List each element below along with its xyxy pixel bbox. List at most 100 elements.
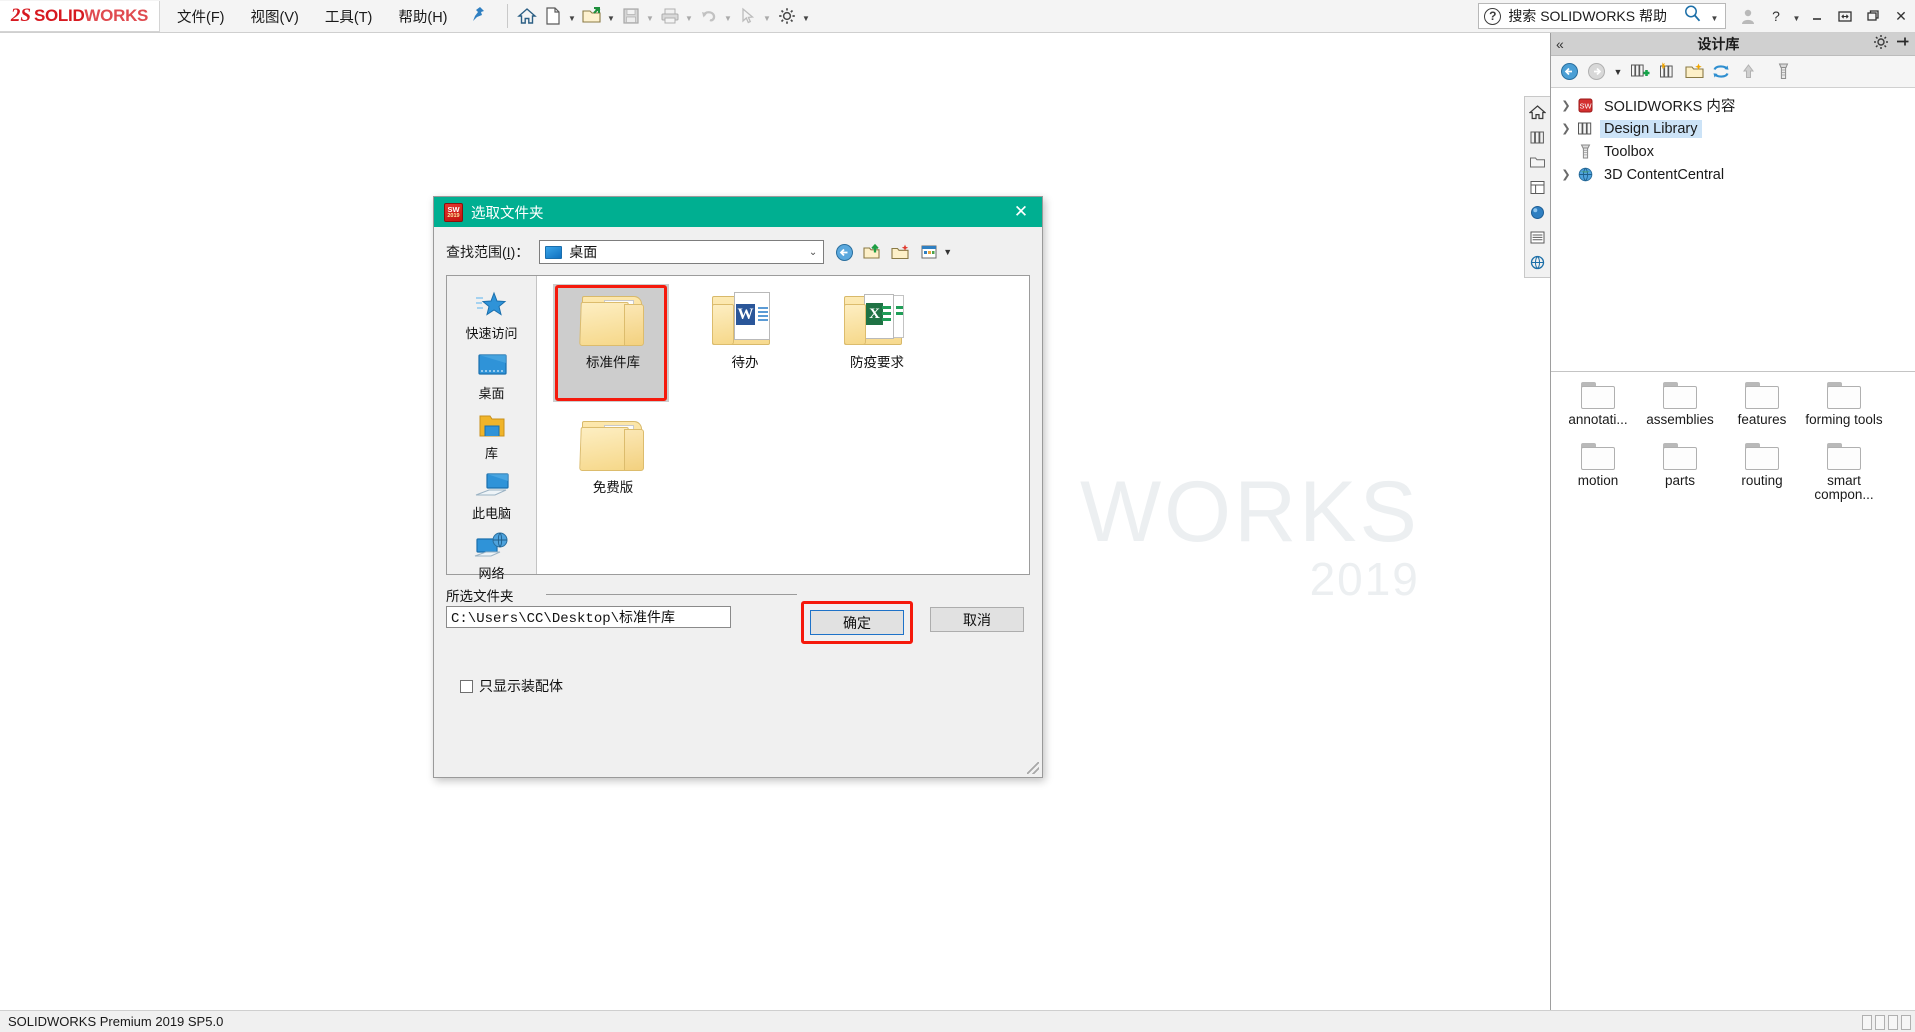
help-dropdown-caret[interactable]: ▼ <box>1790 3 1803 29</box>
gear-icon[interactable] <box>1873 34 1889 55</box>
libraries-icon <box>474 411 510 441</box>
account-icon[interactable] <box>1734 2 1762 30</box>
place-quick-access[interactable]: 快速访问 <box>447 284 536 346</box>
back-navigate-icon[interactable] <box>834 242 855 263</box>
chevron-double-left-icon[interactable]: « <box>1556 36 1564 52</box>
select-cursor-icon[interactable] <box>735 3 761 29</box>
assemblies-only-checkbox[interactable] <box>460 680 473 693</box>
help-search-box[interactable]: ? 搜索 SOLIDWORKS 帮助 ▼ <box>1478 3 1726 29</box>
restore-button[interactable] <box>1831 2 1859 30</box>
help-search-placeholder: 搜索 SOLIDWORKS 帮助 <box>1508 6 1667 26</box>
design-library-icon[interactable] <box>1525 125 1549 149</box>
pin-icon[interactable] <box>461 6 501 26</box>
appearances-icon[interactable] <box>1525 200 1549 224</box>
library-folder-motion[interactable]: motion <box>1557 443 1639 502</box>
print-icon[interactable] <box>657 3 683 29</box>
select-dropdown-caret[interactable]: ▼ <box>761 3 774 29</box>
cancel-button[interactable]: 取消 <box>930 607 1024 632</box>
file-item-standard-parts-library[interactable]: 标准件库 <box>547 284 679 409</box>
folder-with-pictures-icon <box>580 290 646 348</box>
look-in-combobox[interactable]: 桌面 ⌄ <box>539 240 824 264</box>
search-dropdown-caret[interactable]: ▼ <box>1708 3 1721 29</box>
close-button[interactable]: ✕ <box>1887 2 1915 30</box>
tree-item-3d-contentcentral[interactable]: ❯ 3D ContentCentral <box>1557 163 1915 186</box>
custom-properties-icon[interactable] <box>1525 225 1549 249</box>
resize-grip[interactable] <box>1027 762 1039 774</box>
options-gear-icon[interactable] <box>774 3 800 29</box>
ok-button[interactable]: 确定 <box>810 610 904 635</box>
3d-contentcentral-icon[interactable] <box>1525 250 1549 274</box>
library-folder-routing[interactable]: routing <box>1721 443 1803 502</box>
save-icon[interactable] <box>618 3 644 29</box>
pushpin-icon[interactable] <box>1895 34 1910 54</box>
up-one-level-icon[interactable] <box>862 242 883 263</box>
file-browser-area: 快速访问 桌面 库 此电脑 <box>446 275 1030 575</box>
status-bar: SOLIDWORKS Premium 2019 SP5.0 <box>0 1010 1915 1032</box>
library-folder-forming-tools[interactable]: forming tools <box>1803 382 1885 427</box>
search-icon[interactable] <box>1683 4 1702 28</box>
library-folder-label: motion <box>1578 474 1619 488</box>
menu-file[interactable]: 文件(F) <box>164 1 238 32</box>
place-libraries[interactable]: 库 <box>447 406 536 466</box>
file-item-todo[interactable]: W 待办 <box>679 284 811 409</box>
view-palette-icon[interactable] <box>1525 175 1549 199</box>
library-folder-features[interactable]: features <box>1721 382 1803 427</box>
new-document-icon[interactable] <box>540 3 566 29</box>
design-library-tree: ❯ SW SOLIDWORKS 内容 ❯ Design Library Tool… <box>1551 88 1915 186</box>
undo-dropdown-caret[interactable]: ▼ <box>722 3 735 29</box>
create-new-folder-icon[interactable] <box>890 242 911 263</box>
print-dropdown-caret[interactable]: ▼ <box>683 3 696 29</box>
up-one-level-icon[interactable] <box>1736 60 1760 84</box>
open-document-icon[interactable] <box>579 3 605 29</box>
ds-logo-mark: 2S <box>11 5 31 27</box>
menu-tools[interactable]: 工具(T) <box>312 1 386 32</box>
views-menu-icon[interactable] <box>918 242 939 263</box>
minimize-button[interactable] <box>1803 2 1831 30</box>
chevron-right-icon[interactable]: ❯ <box>1557 99 1575 112</box>
library-folder-annotations[interactable]: annotati... <box>1557 382 1639 427</box>
menu-help[interactable]: 帮助(H) <box>385 1 460 32</box>
views-dropdown-caret[interactable]: ▼ <box>943 247 952 257</box>
selected-folder-field-group: 所选文件夹 <box>446 585 801 628</box>
chevron-down-icon[interactable]: ⌄ <box>809 247 821 258</box>
library-folder-assemblies[interactable]: assemblies <box>1639 382 1721 427</box>
maximize-button[interactable] <box>1859 2 1887 30</box>
design-library-folder-grid: annotati... assemblies features forming … <box>1551 372 1915 518</box>
selected-folder-path-input[interactable] <box>446 606 731 628</box>
place-this-pc[interactable]: 此电脑 <box>447 466 536 526</box>
file-list[interactable]: 标准件库 W 待办 <box>537 276 1029 574</box>
open-document-dropdown-caret[interactable]: ▼ <box>605 3 618 29</box>
new-document-dropdown-caret[interactable]: ▼ <box>566 3 579 29</box>
add-file-location-icon[interactable] <box>1655 60 1679 84</box>
forward-icon[interactable] <box>1584 60 1608 84</box>
library-folder-parts[interactable]: parts <box>1639 443 1721 502</box>
home-icon[interactable] <box>514 3 540 29</box>
file-explorer-icon[interactable] <box>1525 150 1549 174</box>
close-icon[interactable]: ✕ <box>1004 198 1038 226</box>
save-dropdown-caret[interactable]: ▼ <box>644 3 657 29</box>
selected-folder-row: 所选文件夹 确定 取消 <box>446 585 1030 644</box>
tree-item-toolbox[interactable]: Toolbox <box>1557 140 1915 163</box>
toolbox-bolt-icon[interactable] <box>1771 60 1795 84</box>
undo-icon[interactable] <box>696 3 722 29</box>
file-item-free-version[interactable]: 免费版 <box>547 409 679 534</box>
tree-item-solidworks-content[interactable]: ❯ SW SOLIDWORKS 内容 <box>1557 94 1915 117</box>
options-dropdown-caret[interactable]: ▼ <box>800 3 813 29</box>
chevron-right-icon[interactable]: ❯ <box>1557 168 1575 181</box>
library-folder-smart-components[interactable]: smart compon... <box>1803 443 1885 502</box>
menu-view[interactable]: 视图(V) <box>238 1 312 32</box>
chevron-right-icon[interactable]: ❯ <box>1557 122 1575 135</box>
create-new-folder-icon[interactable] <box>1682 60 1706 84</box>
tree-item-design-library[interactable]: ❯ Design Library <box>1557 117 1915 140</box>
dialog-title-bar[interactable]: SW 2019 选取文件夹 ✕ <box>434 197 1042 227</box>
add-to-library-icon[interactable] <box>1628 60 1652 84</box>
place-desktop[interactable]: 桌面 <box>447 346 536 406</box>
place-network[interactable]: 网络 <box>447 526 536 586</box>
help-icon[interactable]: ? <box>1762 2 1790 30</box>
file-item-label: 防疫要求 <box>850 351 904 371</box>
home-view-icon[interactable] <box>1525 100 1549 124</box>
file-item-epidemic-requirements[interactable]: X 防疫要求 <box>811 284 943 409</box>
refresh-icon[interactable] <box>1709 60 1733 84</box>
history-dropdown-icon[interactable]: ▼ <box>1611 60 1625 84</box>
back-icon[interactable] <box>1557 60 1581 84</box>
